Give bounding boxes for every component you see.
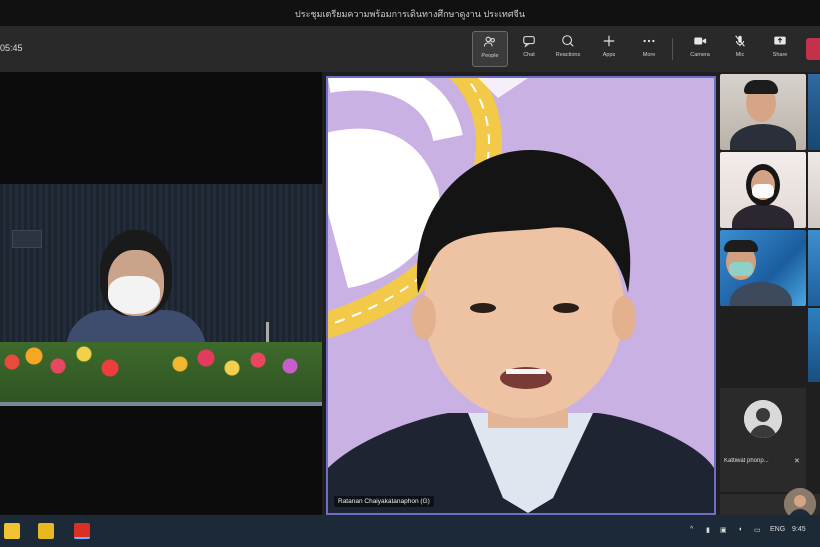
face-mask [752,184,774,198]
camera-button[interactable]: Camera [682,31,718,67]
camera-icon [682,34,718,52]
video-tile-participant-2[interactable] [720,152,806,228]
gallery-edge-tile [808,230,820,306]
gallery-edge-tile [808,308,820,382]
tray-network-icon[interactable]: ▮ [706,526,710,534]
tray-volume-icon[interactable]: ◖ [738,526,742,533]
reactions-button[interactable]: Reactions [550,31,586,67]
meeting-toolbar: 05:45 People Chat Reactions Apps More Ca… [0,26,820,72]
sticky-notes-icon[interactable] [38,523,54,539]
leave-button[interactable] [806,38,820,60]
participant-name: Kattiwat phonp... [724,458,769,464]
video-tile-active-speaker[interactable]: Ratanan Chaiyakatanaphon (G) [326,76,716,515]
mic-muted-icon [722,34,758,52]
toolbar-divider [672,38,673,60]
meeting-timer: 05:45 [0,43,23,53]
participant-hair [744,80,778,94]
chat-button-label: Chat [523,52,535,58]
tray-battery-icon[interactable]: ▭ [754,526,761,534]
share-button-label: Share [772,52,788,58]
tray-language[interactable]: ENG [770,526,785,533]
people-button-label: People [481,53,499,59]
share-icon [762,34,798,52]
teams-meeting-window: ประชุมเตรียมความพร้อมการเดินทางศึกษาดูงา… [0,0,820,547]
pdf-reader-icon[interactable] [74,523,90,539]
video-tile-participant-1[interactable] [720,74,806,150]
gallery-edge-tile [808,152,820,228]
mic-button[interactable]: Mic [722,31,758,67]
title-bar: ประชุมเตรียมความพร้อมการเดินทางศึกษาดูงา… [0,0,820,26]
os-taskbar: ^ ▮ ▣ ◖ ▭ ENG 9:45 [0,515,820,547]
face-mask [108,276,160,314]
file-explorer-icon[interactable] [4,523,20,539]
mic-button-label: Mic [735,52,745,58]
participant-name-tag: Ratanan Chaiyakatanaphon (G) [334,496,434,507]
more-button-label: More [642,52,656,58]
video-stage: Ratanan Chaiyakatanaphon (G) Kattiwat ph… [0,72,820,520]
people-icon [473,35,507,53]
reactions-icon [550,34,586,52]
camera-button-label: Camera [690,52,710,58]
speaker-video-frame [328,78,714,513]
self-view-tile[interactable] [720,488,820,520]
tray-clock[interactable]: 9:45 [792,526,806,533]
chat-icon [511,34,547,52]
tray-teams-icon[interactable]: ▣ [720,526,727,534]
chat-button[interactable]: Chat [511,31,547,67]
video-tile-participant-3[interactable] [720,230,806,306]
video-tile-conference-room[interactable] [0,72,322,515]
face-mask [729,262,753,276]
tray-chevron-icon[interactable]: ^ [690,526,693,533]
meeting-title: ประชุมเตรียมความพร้อมการเดินทางศึกษาดูงา… [295,9,525,19]
table-edge [0,402,322,406]
participant-hair [724,240,758,252]
reactions-button-label: Reactions [555,52,581,58]
share-button[interactable]: Share [762,31,798,67]
wall-panel [12,230,42,248]
apps-button-label: Apps [602,52,616,58]
more-icon [631,34,667,52]
plus-icon [591,34,627,52]
flower-arrangement [0,342,322,404]
avatar [744,400,782,438]
people-button[interactable]: People [472,31,508,67]
apps-button[interactable]: Apps [591,31,627,67]
gallery-edge-tile [808,74,820,150]
mic-muted-icon: ✕ [794,458,800,465]
more-button[interactable]: More [631,31,667,67]
participant-tile-avatar[interactable]: Kattiwat phonp... ✕ [720,388,806,492]
participant-gallery: Kattiwat phonp... ✕ [720,72,820,520]
